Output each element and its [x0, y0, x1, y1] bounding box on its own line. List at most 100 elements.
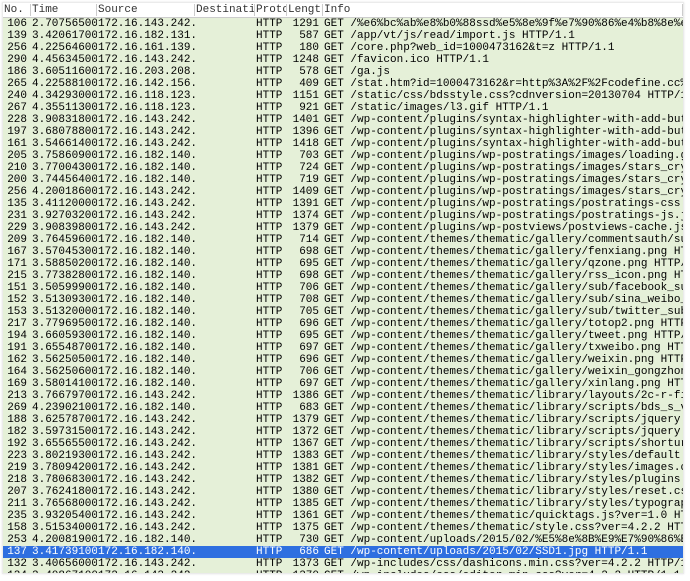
cell-destination [195, 474, 255, 486]
table-row[interactable]: 2564.22564600172.16.161.139.103HTTP180GE… [3, 42, 683, 54]
packet-list-panel[interactable]: No. Time Source Destination Protocol Len… [2, 2, 684, 574]
cell-no: 228 [3, 114, 31, 126]
table-row[interactable]: 1943.66059300172.16.182.140.21HTTP695GET… [3, 330, 683, 342]
cell-time: 3.76679700 [31, 390, 97, 402]
cell-length: 698 [287, 270, 323, 282]
table-row[interactable]: 1613.54661400172.16.143.242.131HTTP1418G… [3, 138, 683, 150]
cell-length: 724 [287, 162, 323, 174]
table-row[interactable]: 2694.23902100172.16.182.140.21HTTP683GET… [3, 402, 683, 414]
table-row[interactable]: 2534.20081900172.16.182.140.21HTTP730GET… [3, 534, 683, 546]
col-source[interactable]: Source [97, 3, 195, 18]
cell-no: 192 [3, 438, 31, 450]
cell-no: 209 [3, 234, 31, 246]
table-row[interactable]: 2353.93205400172.16.143.242.131HTTP1361G… [3, 510, 683, 522]
cell-length: 686 [287, 546, 323, 558]
cell-protocol: HTTP [255, 42, 287, 54]
cell-length: 587 [287, 30, 323, 42]
cell-destination [195, 258, 255, 270]
table-row[interactable]: 2173.77969500172.16.182.140.21HTTP696GET… [3, 318, 683, 330]
table-row[interactable]: 2404.34293000172.16.118.123.21HTTP1151GE… [3, 90, 683, 102]
cell-info: GET /wp-includes/css/editor.min.css?ver=… [323, 570, 683, 574]
cell-info: GET /wp-content/plugins/syntax-highlight… [323, 138, 683, 150]
cell-time: 3.56250600 [31, 366, 97, 378]
cell-protocol: HTTP [255, 330, 287, 342]
cell-no: 213 [3, 390, 31, 402]
table-row[interactable]: 2674.35511300172.16.118.123.21HTTP921GET… [3, 102, 683, 114]
cell-protocol: HTTP [255, 414, 287, 426]
cell-destination [195, 546, 255, 558]
table-row[interactable]: 1062.70756500172.16.143.242.131HTTP1291G… [3, 18, 683, 31]
cell-destination [195, 450, 255, 462]
table-row[interactable]: 2193.78094200172.16.143.242.131HTTP1381G… [3, 462, 683, 474]
table-row[interactable]: 2113.76568000172.16.143.242.131HTTP1385G… [3, 498, 683, 510]
cell-protocol: HTTP [255, 282, 287, 294]
table-row[interactable]: 2103.77004300172.16.182.140.21HTTP724GET… [3, 162, 683, 174]
table-row[interactable]: 2904.45634500172.16.143.242.131HTTP1248G… [3, 54, 683, 66]
cell-destination [195, 246, 255, 258]
table-row[interactable]: 1393.42061700172.16.182.131.30HTTP587GET… [3, 30, 683, 42]
cell-time: 3.76568000 [31, 498, 97, 510]
table-row[interactable]: 1923.65565500172.16.143.242.131HTTP1367G… [3, 438, 683, 450]
table-row[interactable]: 2153.77382800172.16.182.140.21HTTP698GET… [3, 270, 683, 282]
col-time[interactable]: Time [31, 3, 97, 18]
cell-source: 172.16.182.140.21 [97, 246, 195, 258]
table-row[interactable]: 1863.60511600172.16.203.208.50HTTP578GET… [3, 66, 683, 78]
cell-source: 172.16.143.242.131 [97, 474, 195, 486]
cell-time: 3.60511600 [31, 66, 97, 78]
cell-length: 1401 [287, 114, 323, 126]
table-row[interactable]: 1373.41739100172.16.182.140.21HTTP686GET… [3, 546, 683, 558]
col-protocol[interactable]: Protocol [255, 3, 287, 18]
cell-protocol: HTTP [255, 30, 287, 42]
table-row[interactable]: 2073.76241800172.16.143.242.131HTTP1380G… [3, 486, 683, 498]
cell-no: 235 [3, 510, 31, 522]
table-row[interactable]: 1513.50599900172.16.182.140.21HTTP706GET… [3, 282, 683, 294]
col-info[interactable]: Info [323, 3, 683, 18]
cell-info: GET /wp-content/plugins/wp-postratings/i… [323, 186, 683, 198]
table-row[interactable]: 1693.58014100172.16.182.140.21HTTP697GET… [3, 378, 683, 390]
table-row[interactable]: 2183.78068300172.16.143.242.131HTTP1382G… [3, 474, 683, 486]
table-row[interactable]: 2093.76459600172.16.182.140.21HTTP714GET… [3, 234, 683, 246]
cell-source: 172.16.182.140.21 [97, 342, 195, 354]
cell-protocol: HTTP [255, 354, 287, 366]
cell-time: 3.58850200 [31, 258, 97, 270]
table-row[interactable]: 1623.56250500172.16.182.140.21HTTP696GET… [3, 354, 683, 366]
cell-time: 3.40656000 [31, 558, 97, 570]
table-row[interactable]: 1343.40867100172.16.143.242.131HTTP1370G… [3, 570, 683, 574]
table-row[interactable]: 2133.76679700172.16.143.242.131HTTP1386G… [3, 390, 683, 402]
table-row[interactable]: 2053.75860900172.16.182.140.21HTTP703GET… [3, 150, 683, 162]
packet-table[interactable]: No. Time Source Destination Protocol Len… [3, 3, 683, 574]
header-row[interactable]: No. Time Source Destination Protocol Len… [3, 3, 683, 18]
table-row[interactable]: 1643.56250600172.16.182.140.21HTTP706GET… [3, 366, 683, 378]
col-destination[interactable]: Destination [195, 3, 255, 18]
cell-length: 719 [287, 174, 323, 186]
table-row[interactable]: 1883.62578700172.16.143.242.131HTTP1379G… [3, 414, 683, 426]
table-row[interactable]: 1353.41120000172.16.143.242.131HTTP1391G… [3, 198, 683, 210]
cell-protocol: HTTP [255, 90, 287, 102]
cell-time: 4.20018600 [31, 186, 97, 198]
table-row[interactable]: 1713.58850200172.16.182.140.21HTTP695GET… [3, 258, 683, 270]
table-row[interactable]: 2283.90831800172.16.143.242.131HTTP1401G… [3, 114, 683, 126]
table-row[interactable]: 2313.92703200172.16.143.242.131HTTP1374G… [3, 210, 683, 222]
cell-source: 172.16.182.140.21 [97, 162, 195, 174]
table-row[interactable]: 1533.51320000172.16.182.140.21HTTP705GET… [3, 306, 683, 318]
cell-time: 3.65565500 [31, 438, 97, 450]
table-row[interactable]: 2293.90839800172.16.143.242.131HTTP1379G… [3, 222, 683, 234]
table-row[interactable]: 1583.51534000172.16.143.242.131HTTP1375G… [3, 522, 683, 534]
cell-time: 3.50599900 [31, 282, 97, 294]
table-row[interactable]: 1673.57045300172.16.182.140.21HTTP698GET… [3, 246, 683, 258]
table-row[interactable]: 1913.65548700172.16.182.140.21HTTP697GET… [3, 342, 683, 354]
cell-time: 3.75860900 [31, 150, 97, 162]
table-row[interactable]: 2233.80219300172.16.143.242.131HTTP1383G… [3, 450, 683, 462]
table-row[interactable]: 1323.40656000172.16.143.242.131HTTP1373G… [3, 558, 683, 570]
table-row[interactable]: 2654.22588100172.16.142.156.140HTTP409GE… [3, 78, 683, 90]
cell-no: 186 [3, 66, 31, 78]
table-row[interactable]: 1523.51309300172.16.182.140.21HTTP708GET… [3, 294, 683, 306]
col-no[interactable]: No. [3, 3, 31, 18]
cell-info: GET /wp-content/themes/thematic/library/… [323, 474, 683, 486]
table-row[interactable]: 1823.59731500172.16.143.242.131HTTP1372G… [3, 426, 683, 438]
table-row[interactable]: 2564.20018600172.16.143.242.131HTTP1409G… [3, 186, 683, 198]
col-length[interactable]: Length [287, 3, 323, 18]
cell-destination [195, 366, 255, 378]
table-row[interactable]: 2003.74456400172.16.182.140.21HTTP719GET… [3, 174, 683, 186]
table-row[interactable]: 1973.68078800172.16.143.242.131HTTP1396G… [3, 126, 683, 138]
